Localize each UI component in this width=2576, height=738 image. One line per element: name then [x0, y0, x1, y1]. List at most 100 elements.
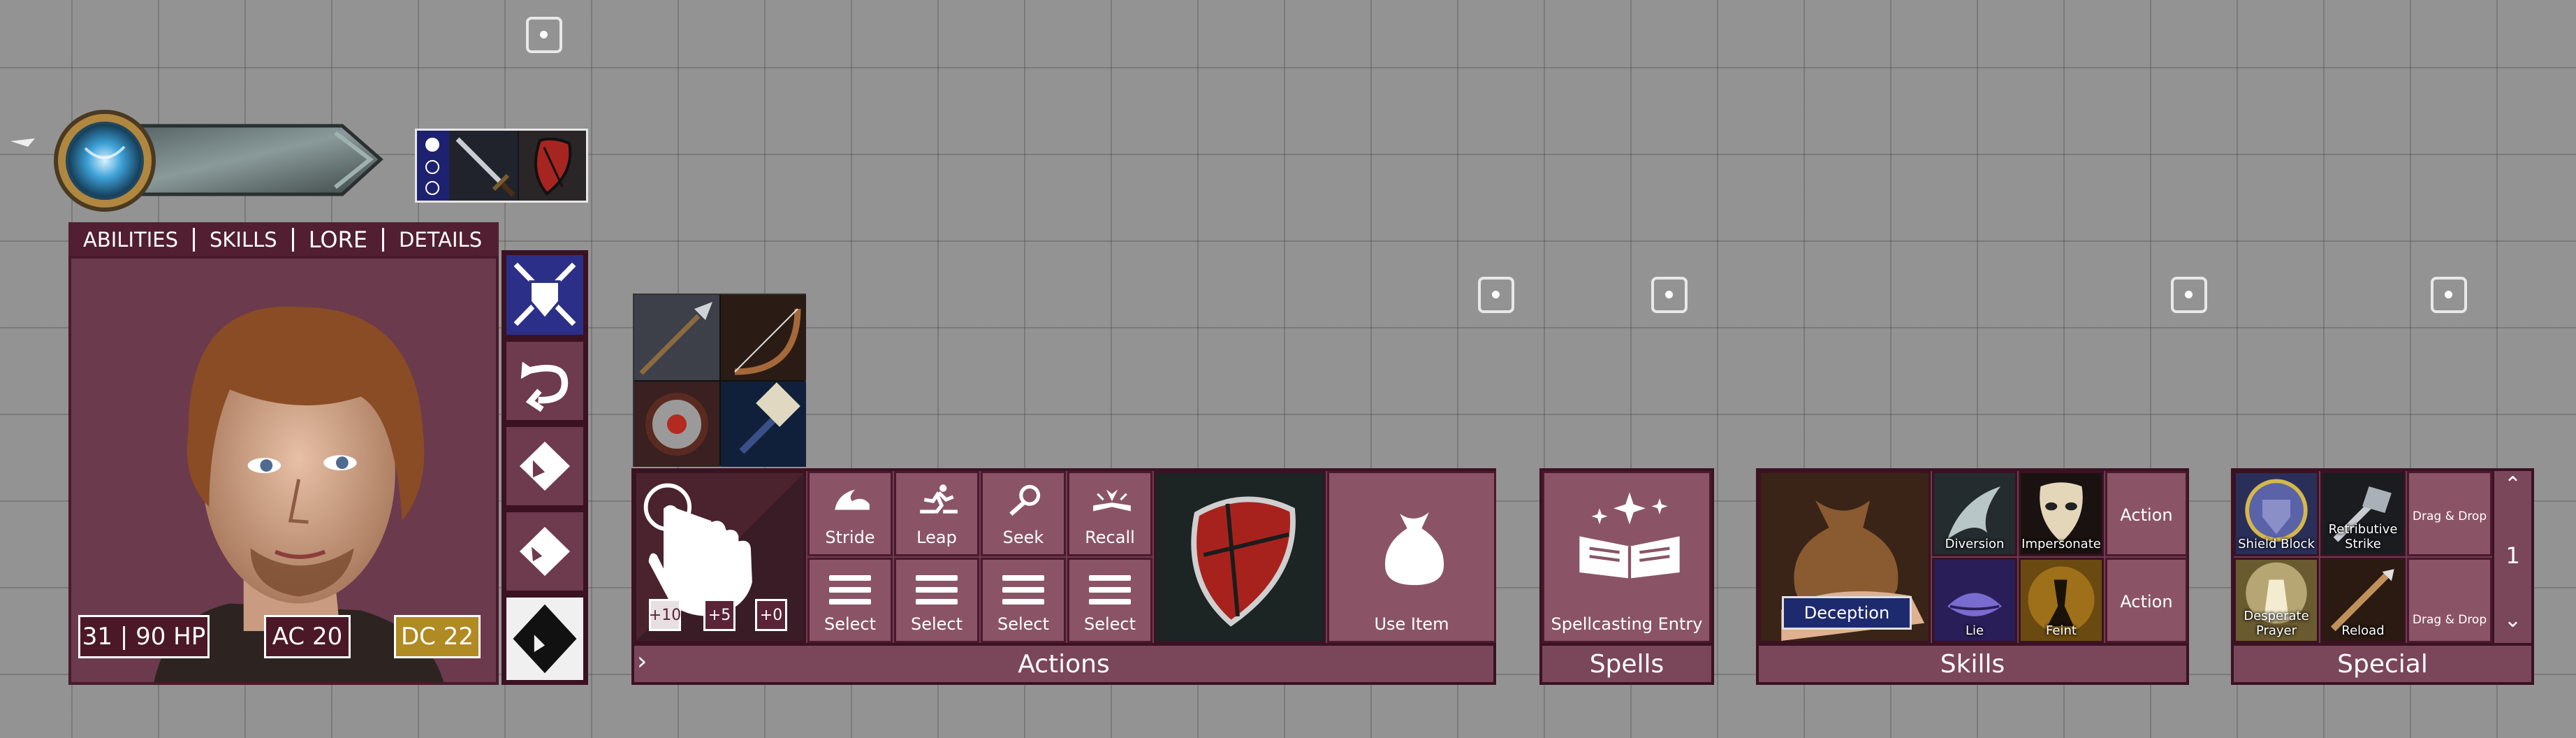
tab-skills[interactable]: SKILLS [195, 222, 292, 257]
strike-mod-1[interactable]: +10 [649, 599, 681, 631]
skills-footer[interactable]: Skills [1756, 643, 2189, 685]
toggle-dot[interactable] [425, 181, 439, 195]
skills-panel: Deception Diversion Impersonate Action L… [1756, 468, 2189, 685]
grid-marker[interactable] [1478, 277, 1514, 313]
marker-dot [2185, 291, 2193, 298]
use-item-button[interactable]: Use Item [1327, 471, 1496, 643]
recall-knowledge-icon [1093, 489, 1131, 512]
skill-action-label: Action [2120, 505, 2173, 525]
skill-action-label: Action [2120, 592, 2173, 612]
shield-icon [534, 137, 572, 196]
drag-drop-slot-2[interactable]: Drag & Drop [2407, 558, 2492, 643]
select-slot-2[interactable]: Select [894, 558, 979, 643]
select-label: Select [910, 614, 963, 634]
spear-icon [639, 302, 712, 375]
item-toggle-column[interactable] [417, 131, 449, 201]
two-action-button[interactable] [504, 510, 585, 593]
crossed-swords-shield-icon [513, 262, 576, 326]
grid-marker[interactable] [2171, 277, 2207, 313]
select-slot-4[interactable]: Select [1067, 558, 1152, 643]
shield-block-ability[interactable]: Shield Block [2234, 471, 2319, 556]
three-action-button[interactable] [504, 595, 585, 682]
menu-lines-icon [916, 575, 958, 611]
strike-mode-button[interactable] [504, 253, 585, 337]
desperate-prayer-label: Desperate Prayer [2244, 609, 2309, 638]
ac-badge[interactable]: AC 20 [264, 615, 351, 658]
reaction-button[interactable] [504, 340, 585, 422]
special-footer[interactable]: Special [2231, 643, 2534, 685]
spells-footer[interactable]: Spells [1539, 643, 1714, 685]
actions-footer[interactable]: Actions [631, 643, 1496, 685]
ornate-banner[interactable] [7, 105, 391, 217]
banner-frame-icon [10, 110, 383, 212]
spiked-shield-slot[interactable] [634, 382, 719, 467]
select-slot-1[interactable]: Select [807, 558, 893, 643]
one-action-button[interactable] [504, 425, 585, 507]
page-down-chevron-icon[interactable]: ⌄ [2494, 608, 2531, 632]
grid-marker[interactable] [526, 17, 562, 53]
menu-lines-icon [1089, 575, 1131, 611]
drag-drop-slot-1[interactable]: Drag & Drop [2407, 471, 2492, 556]
spellcasting-entry-button[interactable]: Spellcasting Entry [1542, 471, 1711, 643]
expand-chevron-icon[interactable]: › [637, 647, 647, 676]
grid-marker[interactable] [2431, 277, 2467, 313]
one-action-diamond-icon [519, 441, 571, 491]
tab-details[interactable]: DETAILS [384, 222, 497, 257]
spells-panel: Spellcasting Entry Spells [1539, 468, 1714, 685]
character-portrait[interactable]: 31 | 90 HP AC 20 DC 22 [68, 256, 499, 685]
toggle-dot-filled[interactable] [425, 138, 439, 152]
select-label: Select [997, 614, 1050, 634]
lie-skill[interactable]: Lie [1932, 558, 2017, 643]
diversion-label: Diversion [1945, 537, 2005, 551]
seek-action[interactable]: Seek [981, 471, 1066, 556]
strike-mod-2[interactable]: +5 [703, 599, 736, 631]
longsword-item[interactable] [449, 131, 518, 201]
strike-mod-3[interactable]: +0 [755, 599, 787, 631]
toggle-dot[interactable] [425, 160, 439, 174]
diversion-skill[interactable]: Diversion [1932, 471, 2017, 556]
sack-icon [1384, 512, 1444, 586]
strike-button[interactable]: +10 +5 +0 [634, 471, 806, 643]
feint-skill[interactable]: Feint [2019, 558, 2104, 643]
spiked-buckler-icon [645, 393, 708, 456]
quick-items-box[interactable] [415, 129, 588, 203]
impersonate-skill[interactable]: Impersonate [2019, 471, 2104, 556]
longsword-icon [455, 137, 515, 197]
lie-label: Lie [1965, 623, 1984, 638]
shield-item[interactable] [519, 131, 586, 201]
menu-lines-icon [829, 575, 871, 611]
retributive-strike-ability[interactable]: Retributive Strike [2320, 471, 2406, 556]
tab-abilities[interactable]: ABILITIES [68, 222, 193, 257]
character-tabbar: ABILITIES SKILLS LORE DETAILS [68, 222, 499, 257]
raise-shield-button[interactable] [1154, 471, 1326, 643]
skill-action-slot-2[interactable]: Action [2105, 558, 2188, 643]
desperate-prayer-ability[interactable]: Desperate Prayer [2234, 558, 2319, 643]
hp-badge[interactable]: 31 | 90 HP [78, 615, 210, 658]
leap-label: Leap [916, 528, 957, 547]
spear-weapon-slot[interactable] [634, 295, 719, 380]
special-pager: ⌃ 1 ⌄ [2492, 471, 2531, 643]
shield-block-label: Shield Block [2238, 537, 2315, 551]
page-up-chevron-icon[interactable]: ⌃ [2494, 472, 2531, 497]
grid-marker[interactable] [1651, 277, 1688, 313]
feint-label: Feint [2046, 623, 2077, 638]
recall-action[interactable]: Recall [1067, 471, 1152, 556]
bow-weapon-slot[interactable] [721, 295, 806, 380]
weapon-set-grid[interactable] [633, 294, 806, 467]
special-title: Special [2337, 649, 2428, 679]
tab-lore[interactable]: LORE [294, 222, 382, 257]
marker-dot [2445, 291, 2452, 298]
deception-badge[interactable]: Deception [1782, 596, 1912, 630]
warhammer-slot[interactable] [721, 382, 806, 467]
drag-drop-label: Drag & Drop [2412, 509, 2487, 523]
select-slot-3[interactable]: Select [981, 558, 1066, 643]
deception-skill-button[interactable]: Deception [1759, 471, 1931, 643]
special-panel: Shield Block Retributive Strike Drag & D… [2231, 468, 2534, 685]
leap-action[interactable]: Leap [894, 471, 979, 556]
action-type-column [502, 250, 588, 685]
reload-ability[interactable]: Reload [2320, 558, 2406, 643]
dc-badge[interactable]: DC 22 [394, 615, 481, 658]
warhammer-icon [739, 382, 800, 454]
stride-action[interactable]: Stride [807, 471, 893, 556]
skill-action-slot-1[interactable]: Action [2105, 471, 2188, 556]
